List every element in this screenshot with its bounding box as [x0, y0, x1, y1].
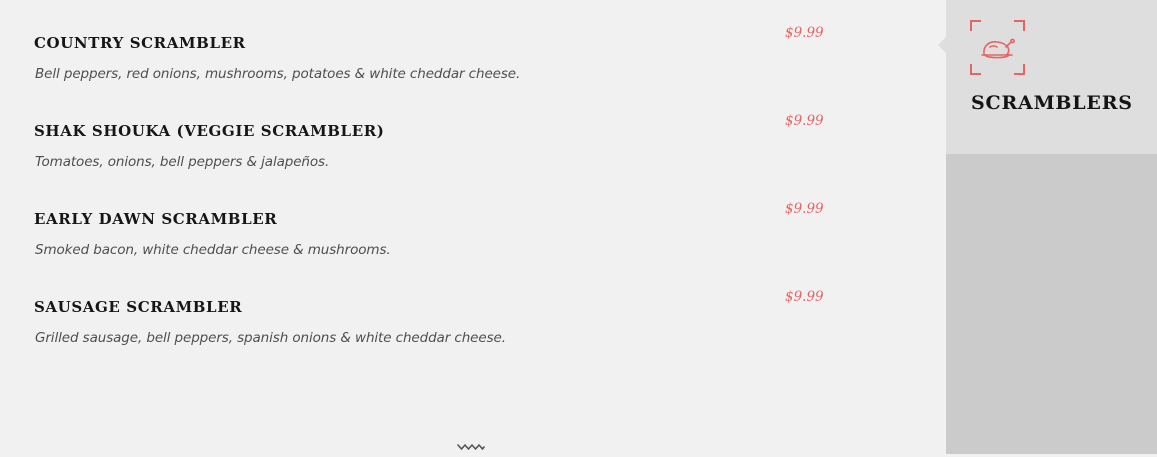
menu-item-price: $9.99 [785, 289, 824, 305]
menu-item-description: Tomatoes, onions, bell peppers & jalapeñ… [35, 154, 330, 170]
zigzag-arrow-icon[interactable] [457, 438, 485, 450]
menu-item-description: Smoked bacon, white cheddar cheese & mus… [35, 242, 391, 258]
menu-item-description: Bell peppers, red onions, mushrooms, pot… [35, 66, 521, 82]
menu-item-country-scrambler: COUNTRY SCRAMBLER Bell peppers, red onio… [34, 25, 834, 114]
menu-item-name: SHAK SHOUKA (VEGGIE SCRAMBLER) [34, 122, 385, 140]
menu-item-description: Grilled sausage, bell peppers, spanish o… [35, 330, 506, 346]
active-tab-pointer [938, 37, 946, 53]
menu-item-price: $9.99 [785, 113, 824, 129]
menu-item-name: SAUSAGE SCRAMBLER [34, 298, 243, 316]
menu-item-name: EARLY DAWN SCRAMBLER [34, 210, 278, 228]
category-sidebar: SCRAMBLERS [938, 0, 1157, 454]
category-label: SCRAMBLERS [971, 92, 1133, 114]
menu-list: COUNTRY SCRAMBLER Bell peppers, red onio… [0, 0, 946, 454]
menu-item-shak-shouka: SHAK SHOUKA (VEGGIE SCRAMBLER) Tomatoes,… [34, 113, 834, 202]
category-tab-scramblers[interactable]: SCRAMBLERS [938, 0, 1157, 154]
menu-item-price: $9.99 [785, 25, 824, 41]
roast-chicken-icon [970, 20, 1026, 76]
menu-item-price: $9.99 [785, 201, 824, 217]
menu-item-sausage-scrambler: SAUSAGE SCRAMBLER Grilled sausage, bell … [34, 289, 834, 378]
menu-item-name: COUNTRY SCRAMBLER [34, 34, 246, 52]
menu-item-early-dawn-scrambler: EARLY DAWN SCRAMBLER Smoked bacon, white… [34, 201, 834, 290]
